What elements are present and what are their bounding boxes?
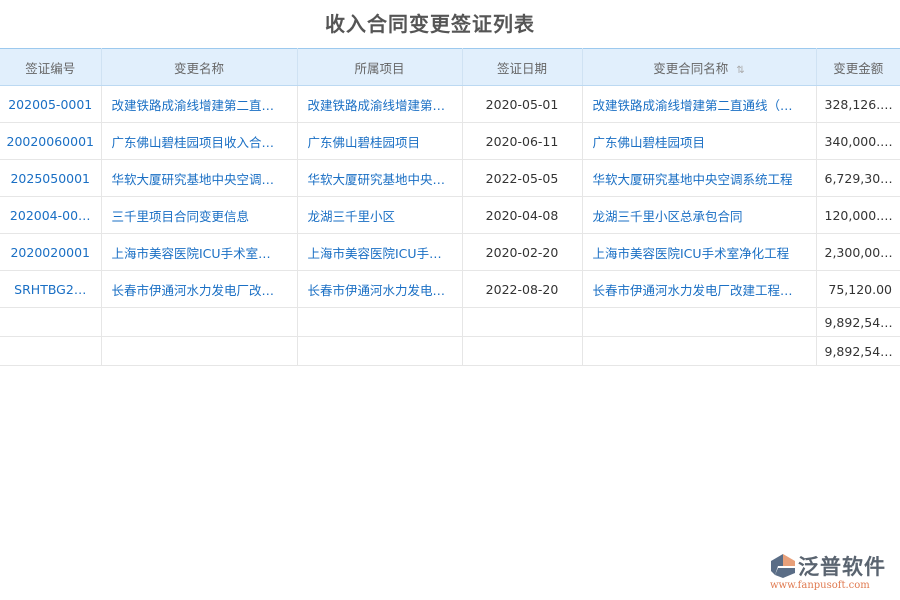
cell-visa-no[interactable]: 2025050001	[0, 160, 101, 197]
summary-empty-cell	[582, 308, 816, 337]
logo-mark-icon	[770, 553, 796, 579]
cell-project[interactable]: 上海市美容医院ICU手…	[297, 234, 462, 271]
cell-change-name[interactable]: 长春市伊通河水力发电厂改…	[101, 271, 297, 308]
cell-date: 2020-06-11	[462, 123, 582, 160]
cell-visa-no[interactable]: 202004-00…	[0, 197, 101, 234]
cell-visa-no[interactable]: SRHTBG2…	[0, 271, 101, 308]
cell-visa-no[interactable]: 20020060001	[0, 123, 101, 160]
cell-date: 2020-04-08	[462, 197, 582, 234]
summary-empty-cell	[101, 337, 297, 366]
cell-project[interactable]: 广东佛山碧桂园项目	[297, 123, 462, 160]
cell-amount: 6,729,30…	[816, 160, 900, 197]
table-header: 签证编号 变更名称 所属项目 签证日期 变更合同名称⇅ 变更金额	[0, 49, 900, 86]
page-title: 收入合同变更签证列表	[0, 8, 860, 37]
table-row[interactable]: SRHTBG2…长春市伊通河水力发电厂改…长春市伊通河水力发电…2022-08-…	[0, 271, 900, 308]
summary-row: 9,892,54…	[0, 308, 900, 337]
table-row[interactable]: 202005-0001改建铁路成渝线增建第二直…改建铁路成渝线增建第…2020-…	[0, 86, 900, 123]
cell-contract-name[interactable]: 龙湖三千里小区总承包合同	[582, 197, 816, 234]
cell-project[interactable]: 龙湖三千里小区	[297, 197, 462, 234]
summary-row: 9,892,54…	[0, 337, 900, 366]
cell-date: 2020-02-20	[462, 234, 582, 271]
cell-amount: 340,000.…	[816, 123, 900, 160]
summary-amount: 9,892,54…	[816, 308, 900, 337]
col-header-amount[interactable]: 变更金额	[816, 49, 900, 86]
change-visa-table: 签证编号 变更名称 所属项目 签证日期 变更合同名称⇅ 变更金额 202005-…	[0, 48, 900, 366]
cell-amount: 328,126.…	[816, 86, 900, 123]
logo-url: www.fanpusoft.com	[770, 580, 870, 591]
summary-empty-cell	[462, 308, 582, 337]
summary-empty-cell	[462, 337, 582, 366]
table-row[interactable]: 2025050001华软大厦研究基地中央空调…华软大厦研究基地中央…2022-0…	[0, 160, 900, 197]
summary-empty-cell	[0, 308, 101, 337]
col-header-change-name[interactable]: 变更名称	[101, 49, 297, 86]
summary-empty-cell	[297, 337, 462, 366]
table-row[interactable]: 202004-00…三千里项目合同变更信息龙湖三千里小区2020-04-08龙湖…	[0, 197, 900, 234]
cell-project[interactable]: 长春市伊通河水力发电…	[297, 271, 462, 308]
cell-amount: 75,120.00	[816, 271, 900, 308]
cell-project[interactable]: 改建铁路成渝线增建第…	[297, 86, 462, 123]
cell-contract-name[interactable]: 广东佛山碧桂园项目	[582, 123, 816, 160]
cell-amount: 2,300,00…	[816, 234, 900, 271]
col-header-visa-no[interactable]: 签证编号	[0, 49, 101, 86]
table-row[interactable]: 20020060001广东佛山碧桂园项目收入合…广东佛山碧桂园项目2020-06…	[0, 123, 900, 160]
cell-date: 2022-05-05	[462, 160, 582, 197]
cell-contract-name[interactable]: 华软大厦研究基地中央空调系统工程	[582, 160, 816, 197]
summary-empty-cell	[101, 308, 297, 337]
cell-change-name[interactable]: 上海市美容医院ICU手术室…	[101, 234, 297, 271]
summary-empty-cell	[0, 337, 101, 366]
col-header-project[interactable]: 所属项目	[297, 49, 462, 86]
cell-contract-name[interactable]: 长春市伊通河水力发电厂改建工程…	[582, 271, 816, 308]
cell-visa-no[interactable]: 202005-0001	[0, 86, 101, 123]
cell-contract-name[interactable]: 改建铁路成渝线增建第二直通线（…	[582, 86, 816, 123]
col-header-date[interactable]: 签证日期	[462, 49, 582, 86]
logo-name: 泛普软件	[798, 551, 886, 581]
summary-amount: 9,892,54…	[816, 337, 900, 366]
fanpusoft-logo: 泛普软件 www.fanpusoft.com	[768, 551, 893, 596]
cell-project[interactable]: 华软大厦研究基地中央…	[297, 160, 462, 197]
summary-empty-cell	[297, 308, 462, 337]
cell-date: 2020-05-01	[462, 86, 582, 123]
col-header-contract-name[interactable]: 变更合同名称⇅	[582, 49, 816, 86]
cell-change-name[interactable]: 广东佛山碧桂园项目收入合…	[101, 123, 297, 160]
cell-change-name[interactable]: 改建铁路成渝线增建第二直…	[101, 86, 297, 123]
cell-visa-no[interactable]: 2020020001	[0, 234, 101, 271]
table-row[interactable]: 2020020001上海市美容医院ICU手术室…上海市美容医院ICU手…2020…	[0, 234, 900, 271]
cell-amount: 120,000.…	[816, 197, 900, 234]
sort-icon[interactable]: ⇅	[736, 65, 744, 76]
cell-contract-name[interactable]: 上海市美容医院ICU手术室净化工程	[582, 234, 816, 271]
cell-change-name[interactable]: 三千里项目合同变更信息	[101, 197, 297, 234]
cell-date: 2022-08-20	[462, 271, 582, 308]
summary-empty-cell	[582, 337, 816, 366]
cell-change-name[interactable]: 华软大厦研究基地中央空调…	[101, 160, 297, 197]
